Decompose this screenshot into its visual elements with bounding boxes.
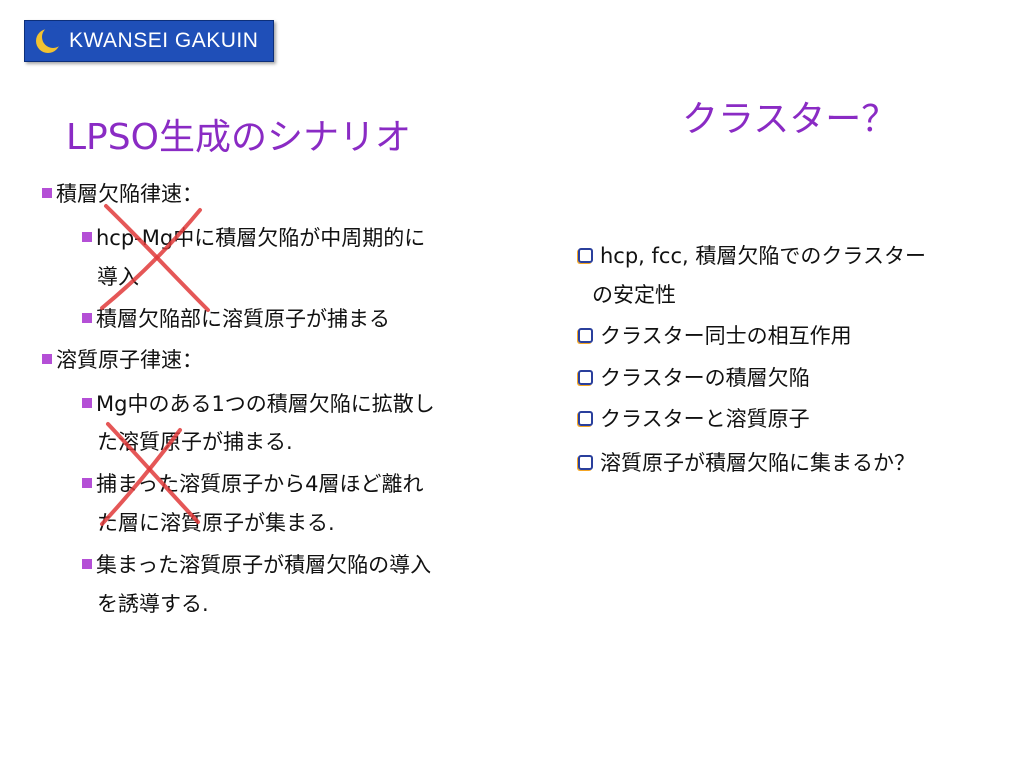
list-item-continuation: の安定性: [592, 283, 676, 307]
list-item-text: クラスターと溶質原子: [600, 407, 810, 431]
list-item: hcp, fcc, 積層欠陥でのクラスター: [578, 242, 926, 270]
list-item-text: 集まった溶質原子が積層欠陥の導入: [96, 553, 432, 577]
bullet-square-icon: [42, 188, 52, 198]
checkbox-icon: [578, 454, 593, 470]
crescent-moon-icon: [36, 26, 63, 53]
kwansei-gakuin-logo: KWANSEI GAKUIN: [24, 20, 274, 62]
list-item: Mg中のある1つの積層欠陥に拡散し: [82, 390, 435, 418]
list-item-text: 溶質原子律速：: [56, 348, 203, 372]
list-item: クラスターの積層欠陥: [578, 364, 810, 392]
right-title: クラスター？: [682, 99, 898, 140]
list-item-text: クラスターの積層欠陥: [600, 366, 810, 390]
slide: KWANSEI GAKUIN LPSO生成のシナリオ クラスター？ 積層欠陥律速…: [0, 0, 1024, 768]
bullet-square-icon: [42, 354, 52, 364]
list-item: 溶質原子律速：: [42, 346, 203, 374]
list-item-text: hcp, fcc, 積層欠陥でのクラスター: [600, 244, 926, 268]
left-title: LPSO生成のシナリオ: [66, 117, 411, 158]
logo-text: KWANSEI GAKUIN: [69, 29, 259, 52]
bullet-square-icon: [82, 232, 92, 242]
checkbox-icon: [578, 369, 593, 385]
list-item-text: 溶質原子が積層欠陥に集まるか？: [600, 451, 915, 475]
bullet-square-icon: [82, 313, 92, 323]
red-cross-mark-icon: [100, 422, 200, 526]
list-item: 溶質原子が積層欠陥に集まるか？: [578, 449, 915, 477]
list-item: クラスターと溶質原子: [578, 405, 810, 433]
list-item-text: Mg中のある1つの積層欠陥に拡散し: [96, 392, 435, 416]
bullet-square-icon: [82, 559, 92, 569]
checkbox-icon: [578, 410, 593, 426]
checkbox-icon: [578, 327, 593, 343]
list-item-continuation: を誘導する.: [97, 592, 209, 616]
list-item-text: クラスター同士の相互作用: [600, 324, 852, 348]
list-item: 集まった溶質原子が積層欠陥の導入: [82, 551, 431, 579]
bullet-square-icon: [82, 398, 92, 408]
red-cross-mark-icon: [100, 204, 210, 312]
list-item: クラスター同士の相互作用: [578, 322, 852, 350]
checkbox-icon: [578, 247, 593, 263]
bullet-square-icon: [82, 478, 92, 488]
